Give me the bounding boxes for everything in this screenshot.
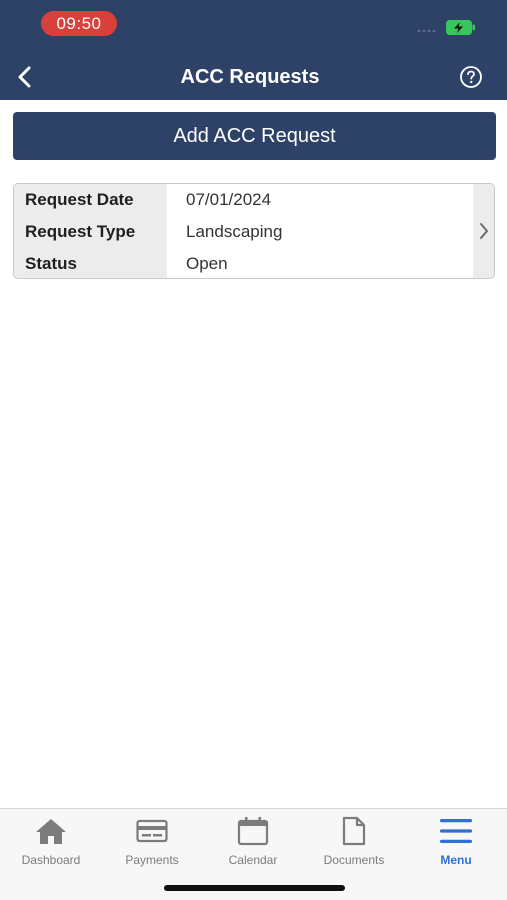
app-header: 09:50 ACC Requests bbox=[0, 0, 507, 100]
tab-label: Documents bbox=[323, 853, 385, 867]
help-icon bbox=[460, 66, 482, 88]
request-date-label: Request Date bbox=[25, 190, 134, 209]
battery-icon bbox=[446, 20, 475, 35]
signal-icon bbox=[417, 29, 436, 33]
credit-card-icon bbox=[136, 819, 168, 843]
request-card[interactable]: Request Date Request Type Status 07/01/2… bbox=[13, 183, 495, 279]
chevron-right-icon bbox=[480, 223, 488, 239]
hamburger-menu-icon bbox=[440, 819, 472, 843]
document-icon bbox=[342, 816, 366, 846]
tab-calendar[interactable]: Calendar bbox=[203, 815, 303, 871]
request-labels-column: Request Date Request Type Status bbox=[14, 184, 167, 278]
tab-label: Dashboard bbox=[21, 853, 81, 867]
chevron-left-icon bbox=[18, 66, 31, 88]
tab-label: Payments bbox=[125, 853, 179, 867]
tab-dashboard[interactable]: Dashboard bbox=[1, 815, 101, 871]
tab-payments[interactable]: Payments bbox=[102, 815, 202, 871]
request-date-value: 07/01/2024 bbox=[186, 190, 272, 209]
tab-label: Calendar bbox=[228, 853, 278, 867]
status-time: 09:50 bbox=[41, 11, 117, 36]
page-title: ACC Requests bbox=[180, 66, 320, 88]
calendar-icon bbox=[237, 817, 269, 846]
add-acc-request-button[interactable]: Add ACC Request bbox=[13, 112, 496, 160]
home-indicator bbox=[164, 885, 345, 891]
tab-label: Menu bbox=[440, 853, 472, 867]
status-label: Status bbox=[25, 254, 77, 273]
request-type-label: Request Type bbox=[25, 222, 136, 241]
tab-documents[interactable]: Documents bbox=[304, 815, 404, 871]
home-icon bbox=[36, 819, 66, 844]
request-type-value: Landscaping bbox=[186, 222, 283, 241]
help-button[interactable] bbox=[458, 64, 484, 90]
status-value: Open bbox=[186, 254, 228, 273]
request-detail-chevron[interactable] bbox=[473, 184, 494, 278]
tab-menu[interactable]: Menu bbox=[406, 815, 506, 871]
back-button[interactable] bbox=[8, 60, 42, 94]
request-values-column: 07/01/2024 Landscaping Open bbox=[167, 184, 473, 278]
